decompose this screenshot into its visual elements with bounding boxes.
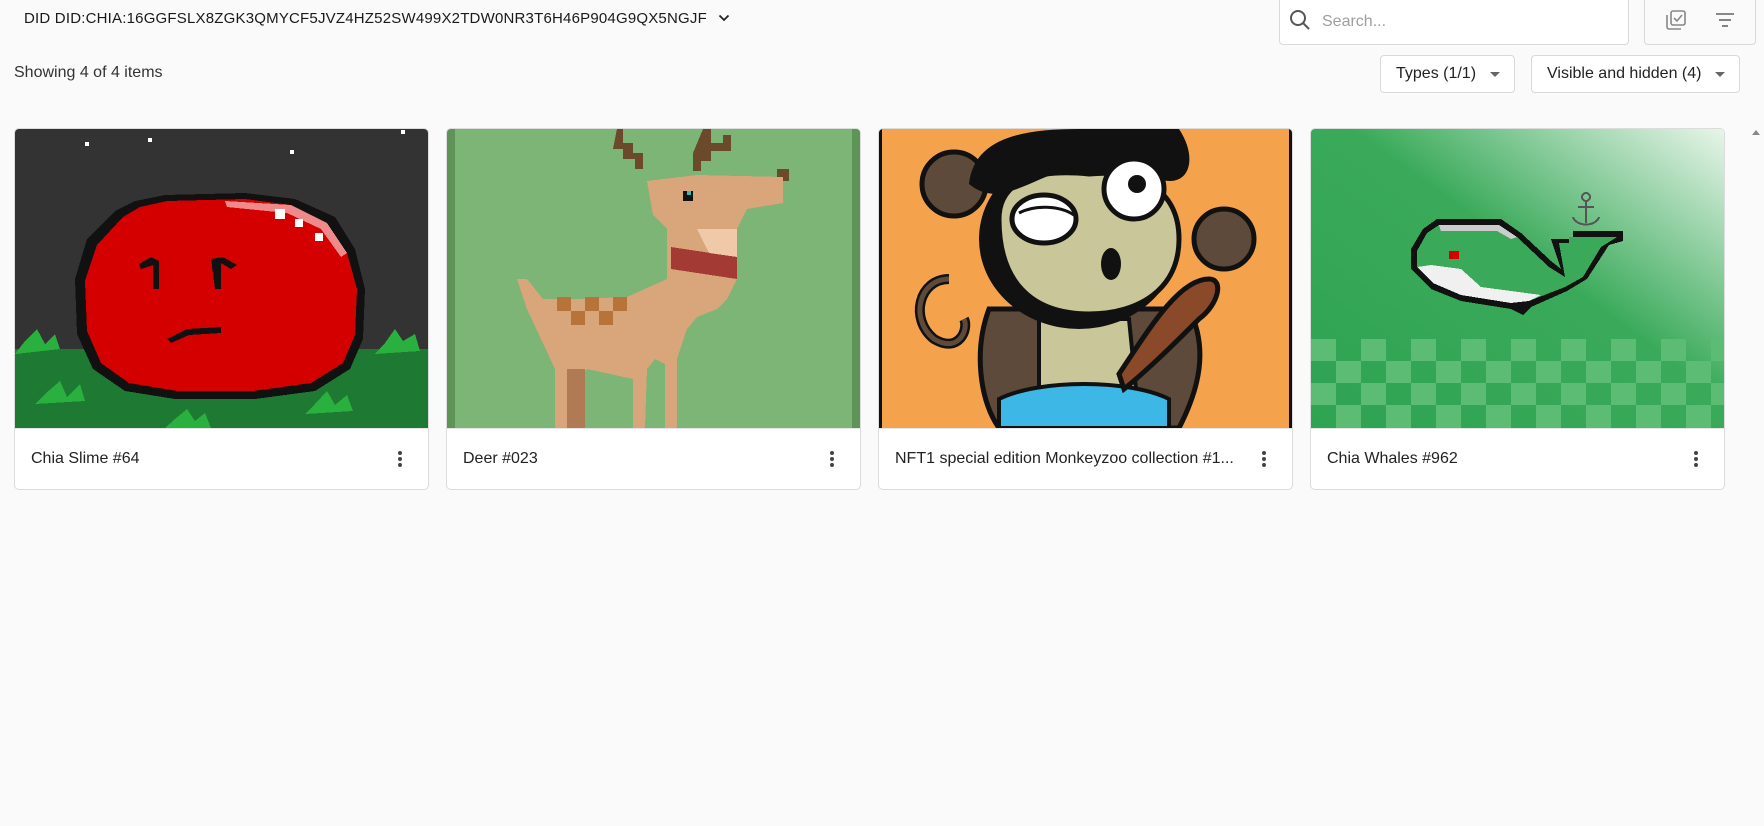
more-vert-icon	[830, 451, 834, 467]
nft-card-footer: Deer #023	[447, 428, 860, 489]
view-tools	[1644, 0, 1756, 45]
nft-card[interactable]: NFT1 special edition Monkeyzoo collectio…	[878, 128, 1293, 490]
select-multiple-button[interactable]	[1658, 4, 1694, 40]
types-filter-dropdown[interactable]: Types (1/1)	[1380, 55, 1515, 93]
nft-grid: Chia Slime #64 Deer #023 NFT1 special ed…	[14, 128, 1725, 490]
more-options-button[interactable]	[820, 447, 844, 471]
nft-card[interactable]: Chia Slime #64	[14, 128, 429, 490]
chevron-down-icon	[717, 11, 731, 25]
nft-title: Chia Whales #962	[1327, 450, 1458, 467]
nft-card[interactable]: Chia Whales #962	[1310, 128, 1725, 490]
more-vert-icon	[1262, 451, 1266, 467]
visibility-filter-dropdown[interactable]: Visible and hidden (4)	[1531, 55, 1740, 93]
caret-down-icon	[1490, 71, 1500, 77]
filter-button[interactable]	[1707, 4, 1743, 40]
top-bar: DID DID:CHIA:16GGFSLX8ZGK3QMYCF5JVZ4HZ52…	[0, 0, 1764, 50]
scrollbar-up-arrow[interactable]	[1752, 130, 1760, 135]
search-icon	[1288, 8, 1312, 37]
nft-card-footer: NFT1 special edition Monkeyzoo collectio…	[879, 428, 1292, 489]
select-multiple-icon	[1664, 8, 1688, 37]
nft-card-footer: Chia Whales #962	[1311, 428, 1724, 489]
did-label: DID DID:CHIA:16GGFSLX8ZGK3QMYCF5JVZ4HZ52…	[24, 9, 707, 27]
visibility-filter-label: Visible and hidden (4)	[1547, 65, 1702, 82]
items-count: Showing 4 of 4 items	[14, 64, 163, 81]
nft-image-slime	[15, 129, 428, 428]
caret-down-icon	[1715, 71, 1725, 77]
nft-title: Chia Slime #64	[31, 450, 140, 467]
types-filter-label: Types (1/1)	[1396, 65, 1477, 82]
filter-icon	[1713, 8, 1737, 37]
nft-title: Deer #023	[463, 450, 538, 467]
search-box[interactable]	[1279, 0, 1629, 45]
nft-title: NFT1 special edition Monkeyzoo collectio…	[895, 450, 1234, 467]
nft-image-deer	[447, 129, 860, 428]
more-options-button[interactable]	[1684, 447, 1708, 471]
nft-card-footer: Chia Slime #64	[15, 428, 428, 489]
more-options-button[interactable]	[388, 447, 412, 471]
nft-card[interactable]: Deer #023	[446, 128, 861, 490]
search-input[interactable]	[1322, 13, 1602, 31]
more-vert-icon	[398, 451, 402, 467]
nft-image-monkey	[879, 129, 1292, 428]
more-vert-icon	[1694, 451, 1698, 467]
nft-image-whale	[1311, 129, 1724, 428]
did-selector[interactable]: DID DID:CHIA:16GGFSLX8ZGK3QMYCF5JVZ4HZ52…	[14, 2, 741, 34]
more-options-button[interactable]	[1252, 447, 1276, 471]
